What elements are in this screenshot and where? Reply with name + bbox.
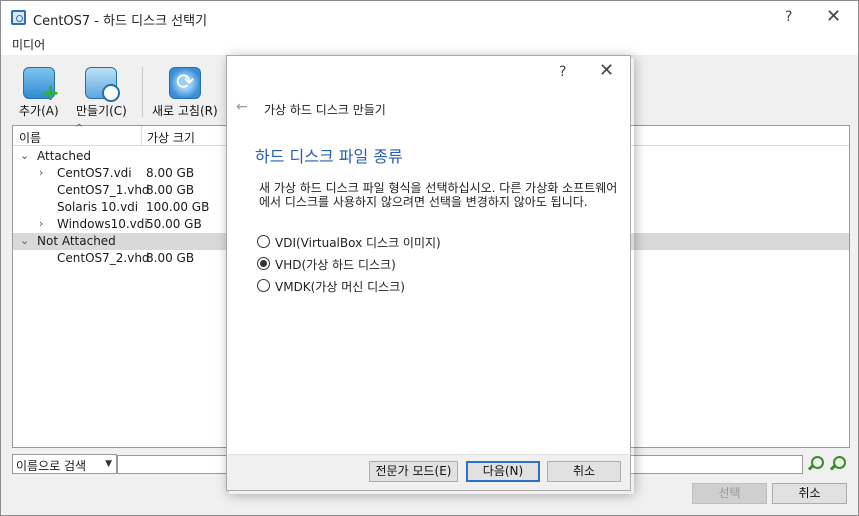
disk-name: CentOS7_1.vhd [57,183,150,197]
refresh-icon [168,67,201,99]
search-mode-select[interactable]: 이름으로 검색 ▼ [12,454,117,474]
disk-size: 8.00 GB [146,166,195,180]
column-size[interactable]: 가상 크기 [147,129,195,146]
main-cancel-button[interactable]: 취소 [772,483,847,504]
expert-mode-button[interactable]: 전문가 모드(E) [369,461,458,482]
window-title: CentOS7 - 하드 디스크 선택기 [33,14,208,29]
disk-size: 100.00 GB [146,200,210,214]
option-label: VDI(VirtualBox 디스크 이미지) [275,236,441,250]
dialog-footer: 전문가 모드(E) 다음(N) 취소 [227,454,630,490]
create-disk-icon [85,67,121,102]
column-divider[interactable] [141,126,142,146]
group-label: Not Attached [37,234,116,248]
virtualbox-icon [11,10,26,25]
column-name[interactable]: 이름 [19,129,41,146]
add-button-label: 추가(A) [19,104,59,118]
radio-vmdk[interactable] [257,279,270,292]
radio-vdi[interactable] [257,235,270,248]
expand-chevron-icon[interactable]: › [39,166,43,179]
search-prev-icon[interactable] [806,455,824,473]
back-arrow-icon[interactable]: ← [236,99,248,115]
collapse-chevron-icon[interactable]: ⌄ [20,234,29,247]
group-label: Attached [37,149,91,163]
add-disk-icon [22,67,60,106]
search-next-icon[interactable] [828,455,846,473]
create-button[interactable]: 만들기(C) [76,67,127,119]
add-button[interactable]: 추가(A) [19,67,60,119]
toolbar-separator [142,67,143,117]
option-label: VHD(가상 하드 디스크) [275,258,396,272]
title-bar: CentOS7 - 하드 디스크 선택기 ? ✕ [1,1,858,35]
page-description: 새 가상 하드 디스크 파일 형식을 선택하십시오. 다른 가상화 소프트웨어에… [259,181,618,209]
disk-name: CentOS7.vdi [57,166,132,180]
dropdown-arrow-icon: ▼ [105,459,112,469]
create-disk-dialog: ? ✕ ← 가상 하드 디스크 만들기 하드 디스크 파일 종류 새 가상 하드… [226,55,631,491]
sort-ascending-icon: ^ [75,123,84,134]
refresh-button-label: 새로 고침(R) [152,104,218,118]
page-heading: 하드 디스크 파일 종류 [255,147,403,166]
create-button-label: 만들기(C) [76,104,127,118]
choose-button[interactable]: 선택 [692,483,767,504]
menu-bar: 미디어 [1,35,858,55]
help-button[interactable]: ? [785,9,792,25]
disk-name: CentOS7_2.vhd [57,251,150,265]
expand-chevron-icon[interactable]: › [39,217,43,230]
dialog-cancel-button[interactable]: 취소 [547,461,621,482]
dialog-help-button[interactable]: ? [559,64,566,80]
collapse-chevron-icon[interactable]: ⌄ [20,149,29,162]
menu-media[interactable]: 미디어 [12,36,45,53]
wizard-title: 가상 하드 디스크 만들기 [264,103,386,117]
dialog-close-button[interactable]: ✕ [599,60,614,81]
disk-size: 50.00 GB [146,217,202,231]
disk-name: Windows10.vdi [57,217,148,231]
search-mode-label: 이름으로 검색 [16,459,87,473]
refresh-button[interactable]: 새로 고침(R) [152,67,218,119]
option-label: VMDK(가상 머신 디스크) [275,280,405,294]
disk-size: 8.00 GB [146,251,195,265]
disk-size: 8.00 GB [146,183,195,197]
disk-name: Solaris 10.vdi [57,200,139,214]
radio-vhd[interactable] [257,257,270,270]
close-button[interactable]: ✕ [826,6,841,27]
next-button[interactable]: 다음(N) [466,461,540,482]
